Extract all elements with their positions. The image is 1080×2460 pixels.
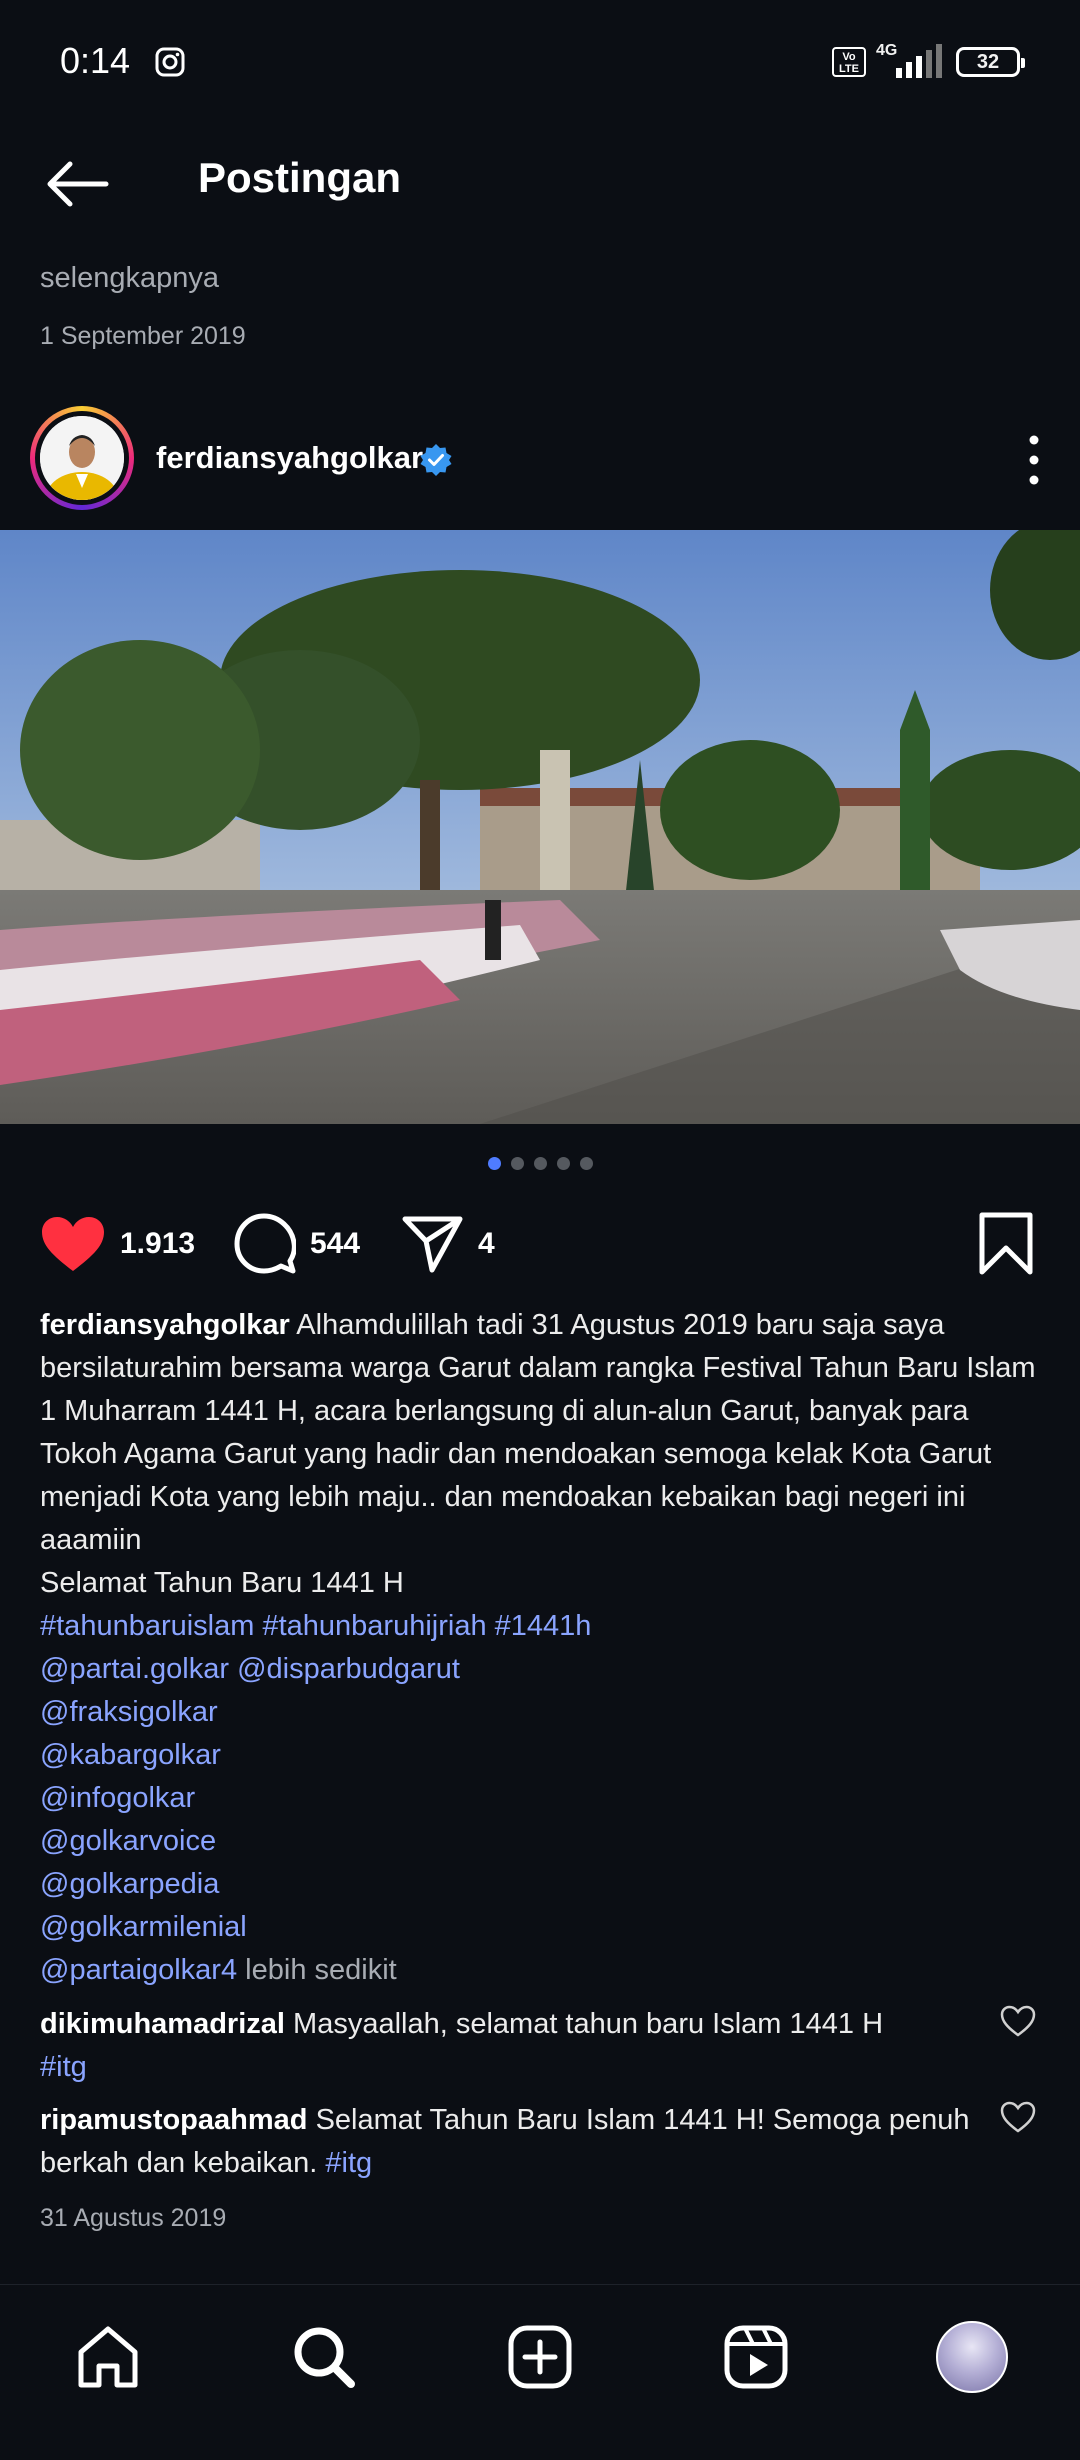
mention-link[interactable]: @kabargolkar (40, 1734, 1050, 1777)
carousel-dot (533, 1157, 547, 1170)
post-date: 31 Agustus 2019 (40, 2204, 227, 2232)
nav-profile[interactable] (934, 2319, 1010, 2395)
page-title: Postingan (198, 154, 402, 201)
caption-line: Selamat Tahun Baru 1441 H (40, 1567, 404, 1599)
network-type: 4G (876, 42, 898, 59)
previous-post-date: 1 September 2019 (40, 322, 246, 350)
reels-icon (724, 2325, 788, 2389)
mention-link[interactable]: @partaigolkar4 (40, 1954, 237, 1986)
carousel-dot (487, 1157, 501, 1170)
app-header: Postingan (0, 128, 1080, 238)
post-caption: ferdiansyahgolkar Alhamdulillah tadi 31 … (40, 1304, 1050, 1992)
see-more-link[interactable]: selengkapnya (40, 262, 219, 295)
carousel-dot (579, 1157, 593, 1170)
caption-mentions[interactable]: @partai.golkar @disparbudgarut (40, 1648, 1050, 1691)
post-header: ferdiansyahgolkar (0, 402, 1080, 516)
heart-filled-icon (42, 1217, 104, 1271)
share-count: 4 (478, 1227, 495, 1260)
comment-username[interactable]: ripamustopaahmad (40, 2104, 308, 2136)
status-bar: 0:14 Vo LTE 4G 32 (0, 0, 1080, 128)
send-icon (402, 1216, 463, 1273)
comment-heart-icon[interactable] (1000, 2004, 1036, 2040)
mention-link[interactable]: @golkarvoice (40, 1820, 1050, 1863)
comment-text: Masyaallah, selamat tahun baru Islam 144… (293, 2008, 884, 2040)
home-icon (78, 2326, 138, 2388)
carousel-dot (510, 1157, 524, 1170)
profile-avatar (936, 2321, 1008, 2393)
mention-link[interactable]: @infogolkar (40, 1777, 1050, 1820)
comment-username[interactable]: dikimuhamadrizal (40, 2008, 285, 2040)
post-photo (0, 530, 1080, 1124)
nav-home[interactable] (70, 2319, 146, 2395)
carousel-dot (556, 1157, 570, 1170)
carousel-indicator (0, 1157, 1080, 1170)
comment-heart-icon[interactable] (1000, 2100, 1036, 2136)
nav-create[interactable] (502, 2319, 578, 2395)
comment-preview: ripamustopaahmad Selamat Tahun Baru Isla… (40, 2099, 980, 2185)
comment-button[interactable]: 544 (234, 1212, 360, 1276)
more-options-icon[interactable] (1014, 430, 1054, 490)
post-media[interactable] (0, 530, 1080, 1124)
comment-count: 544 (310, 1227, 361, 1260)
nav-reels[interactable] (718, 2319, 794, 2395)
like-button[interactable]: 1.913 (40, 1212, 195, 1276)
comment-icon (234, 1213, 296, 1274)
post-username[interactable]: ferdiansyahgolkar (156, 440, 423, 476)
signal-icon: 4G (876, 42, 946, 80)
nav-search[interactable] (286, 2319, 362, 2395)
avatar (40, 416, 124, 500)
post-actions: 1.913 544 4 (0, 1204, 1080, 1284)
battery-icon: 32 (956, 47, 1025, 77)
status-time: 0:14 (60, 40, 131, 81)
caption-username[interactable]: ferdiansyahgolkar (40, 1309, 290, 1341)
comment-preview: dikimuhamadrizal Masyaallah, selamat tah… (40, 2003, 980, 2089)
status-indicators: Vo LTE 4G 32 (832, 42, 1025, 80)
bottom-navigation (0, 2284, 1080, 2460)
mention-link[interactable]: @golkarpedia (40, 1863, 1050, 1906)
like-count: 1.913 (120, 1227, 196, 1260)
caption-hashtags[interactable]: #tahunbaruislam #tahunbaruhijriah #1441h (40, 1605, 1050, 1648)
volte-icon: Vo LTE (832, 47, 866, 77)
create-icon (508, 2325, 572, 2389)
back-arrow-icon[interactable] (40, 154, 112, 214)
bookmark-icon[interactable] (976, 1212, 1036, 1276)
instagram-notification-icon (155, 47, 185, 77)
caption-text: Alhamdulillah tadi 31 Agustus 2019 baru … (40, 1309, 1036, 1556)
mention-link[interactable]: @golkarmilenial (40, 1906, 1050, 1949)
show-less-link[interactable]: lebih sedikit (245, 1954, 397, 1986)
share-button[interactable]: 4 (402, 1212, 495, 1276)
comment-hashtag[interactable]: #itg (40, 2051, 87, 2083)
story-ring[interactable] (30, 406, 134, 510)
verified-badge-icon (420, 444, 452, 476)
mention-link[interactable]: @fraksigolkar (40, 1691, 1050, 1734)
comment-hashtag[interactable]: #itg (325, 2147, 372, 2179)
search-icon (294, 2327, 355, 2388)
